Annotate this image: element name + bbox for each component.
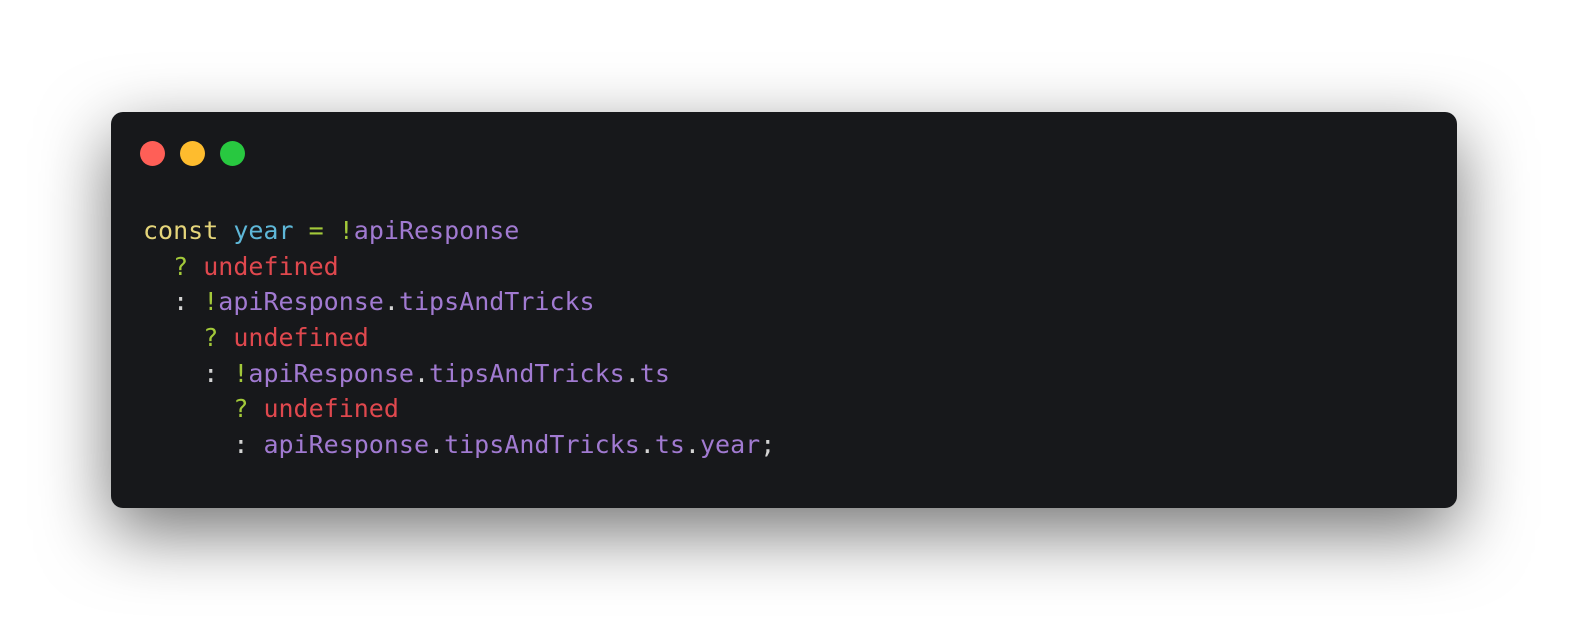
code-token-keyword: const (143, 216, 219, 245)
code-token-identifier: apiResponse (353, 216, 520, 245)
code-token-identifier: tipsAndTricks (429, 358, 625, 388)
code-token-identifier: ts (639, 358, 670, 388)
code-token-punct (248, 394, 263, 423)
code-line: : apiResponse.tipsAndTricks.ts.year; (143, 427, 775, 463)
code-token-identifier: ts (654, 430, 685, 460)
code-token-identifier: apiResponse (248, 358, 414, 388)
code-line: ? undefined (143, 249, 775, 285)
code-token-punct: : (233, 430, 249, 460)
code-token-punct (218, 216, 233, 245)
code-token-punct (248, 430, 263, 459)
code-token-operator: ? (173, 251, 189, 281)
code-token-punct (143, 430, 233, 459)
code-token-identifier: tipsAndTricks (444, 430, 640, 460)
code-token-operator: ! (203, 287, 219, 317)
code-token-identifier: apiResponse (263, 430, 430, 460)
code-token-punct: . (684, 430, 700, 460)
code-token-punct: . (624, 358, 640, 388)
code-token-undefined: undefined (233, 323, 369, 353)
window-controls (140, 141, 245, 166)
code-window: const year = !apiResponse ? undefined : … (111, 112, 1457, 508)
code-token-punct (143, 359, 203, 388)
code-block: const year = !apiResponse ? undefined : … (143, 213, 775, 463)
code-token-undefined: undefined (263, 394, 399, 424)
code-token-punct: ; (760, 430, 776, 460)
code-line: : !apiResponse.tipsAndTricks (143, 284, 775, 320)
code-token-punct (188, 252, 203, 281)
minimize-button[interactable] (180, 141, 205, 166)
code-token-undefined: undefined (203, 251, 339, 281)
code-line: ? undefined (143, 391, 775, 427)
code-token-punct (218, 323, 233, 352)
close-button[interactable] (140, 141, 165, 166)
code-token-punct: . (413, 358, 430, 388)
code-token-operator: ! (233, 358, 249, 388)
code-token-punct (294, 216, 309, 245)
code-token-punct (143, 323, 203, 352)
code-token-punct (143, 287, 173, 316)
code-token-identifier: year (699, 430, 761, 460)
code-token-punct: : (203, 358, 219, 388)
code-token-punct (324, 216, 339, 245)
code-token-variable: year (233, 216, 294, 245)
code-token-punct: . (383, 287, 399, 317)
code-line: : !apiResponse.tipsAndTricks.ts (143, 356, 775, 392)
code-token-punct (218, 359, 233, 388)
code-token-punct (188, 287, 203, 316)
maximize-button[interactable] (220, 141, 245, 166)
code-token-punct: . (429, 430, 445, 460)
code-token-identifier: apiResponse (218, 287, 384, 317)
code-token-operator: ! (338, 216, 354, 245)
code-token-punct (143, 394, 233, 423)
code-token-operator: ? (233, 394, 249, 424)
code-line: const year = !apiResponse (143, 213, 775, 249)
code-token-operator: ? (203, 323, 219, 353)
code-token-punct (143, 252, 173, 281)
code-token-operator: = (308, 216, 324, 245)
code-token-punct: . (639, 430, 655, 460)
code-line: ? undefined (143, 320, 775, 356)
code-token-punct: : (173, 287, 189, 317)
code-token-identifier: tipsAndTricks (398, 287, 595, 317)
